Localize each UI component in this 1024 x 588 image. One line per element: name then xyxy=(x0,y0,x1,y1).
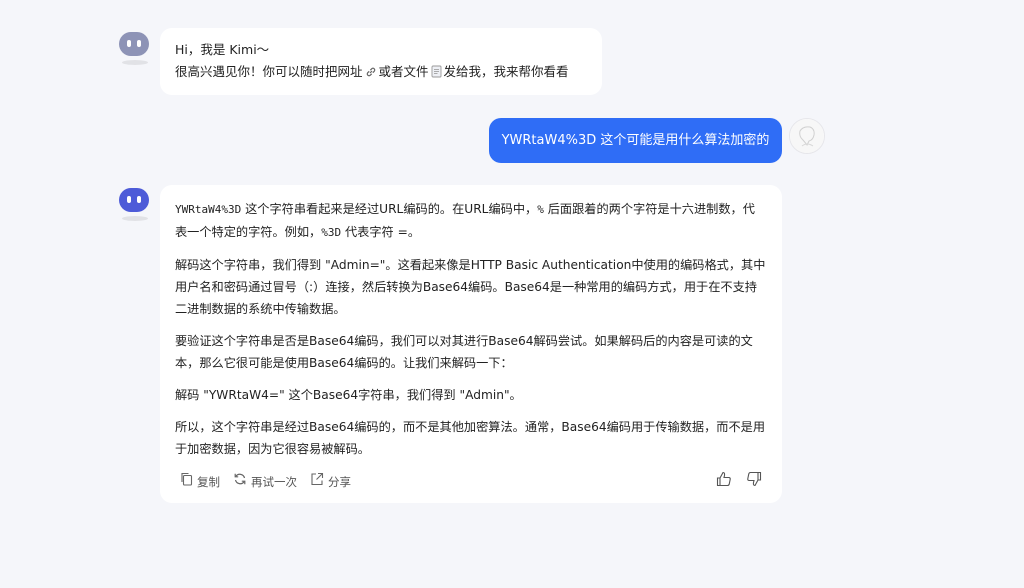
answer-paragraph-1: YWRtaW4%3D 这个字符串看起来是经过URL编码的。在URL编码中，% 后… xyxy=(175,198,767,244)
answer-paragraph-5: 所以，这个字符串是经过Base64编码的，而不是其他加密算法。通常，Base64… xyxy=(175,420,766,456)
answer-actions-bar: 复制 再试一次 分享 xyxy=(180,471,762,494)
thumbs-down-button[interactable] xyxy=(746,471,762,494)
thumbs-down-icon xyxy=(746,471,762,494)
code-inline: YWRtaW4%3D xyxy=(175,203,242,216)
answer-paragraph-2: 解码这个字符串，我们得到 "Admin="。这看起来像是HTTP Basic A… xyxy=(175,258,766,316)
answer-paragraph-3: 要验证这个字符串是否是Base64编码，我们可以对其进行Base64解码尝试。如… xyxy=(175,334,753,370)
code-inline: % xyxy=(537,203,544,216)
refresh-icon xyxy=(233,471,251,493)
answer-text: 这个字符串看起来是经过URL编码的。在URL编码中， xyxy=(241,202,538,216)
copy-label: 复制 xyxy=(197,475,220,489)
share-label: 分享 xyxy=(328,475,351,489)
answer-text: 代表字符 =。 xyxy=(341,225,421,239)
greeting-message: Hi，我是 Kimi～ 很高兴遇见你！你可以随时把网址 或者文件 发给我，我来帮你看… xyxy=(160,28,602,95)
chat-page: Hi，我是 Kimi～ 很高兴遇见你！你可以随时把网址 或者文件 发给我，我来帮你看… xyxy=(0,0,1024,588)
assistant-answer: YWRtaW4%3D 这个字符串看起来是经过URL编码的。在URL编码中，% 后… xyxy=(160,185,782,503)
user-message: YWRtaW4%3D 这个可能是用什么算法加密的 xyxy=(489,118,782,163)
copy-icon xyxy=(180,471,197,493)
code-inline: %3D xyxy=(321,226,342,239)
greeting-text-part3: 发给我，我来帮你看看 xyxy=(443,64,569,79)
greeting-text-part2: 或者文件 xyxy=(378,64,429,79)
user-avatar xyxy=(789,118,825,154)
thumbs-up-button[interactable] xyxy=(716,471,732,494)
answer-paragraph-4: 解码 "YWRtaW4=" 这个Base64字符串，我们得到 "Admin"。 xyxy=(175,388,522,402)
copy-button[interactable]: 复制 xyxy=(180,471,220,493)
greeting-line-2: 很高兴遇见你！你可以随时把网址 或者文件 发给我，我来帮你看看 xyxy=(175,61,587,85)
thumbs-up-icon xyxy=(716,471,732,494)
greeting-text-part1: 很高兴遇见你！你可以随时把网址 xyxy=(175,64,363,79)
share-button[interactable]: 分享 xyxy=(310,471,351,493)
link-icon xyxy=(365,63,377,85)
kimi-avatar-icon xyxy=(118,186,150,221)
share-icon xyxy=(310,471,328,493)
kimi-avatar-icon xyxy=(118,30,150,65)
retry-button[interactable]: 再试一次 xyxy=(233,471,297,493)
greeting-line-1: Hi，我是 Kimi～ xyxy=(175,42,270,57)
retry-label: 再试一次 xyxy=(251,475,297,489)
file-icon xyxy=(431,63,442,85)
